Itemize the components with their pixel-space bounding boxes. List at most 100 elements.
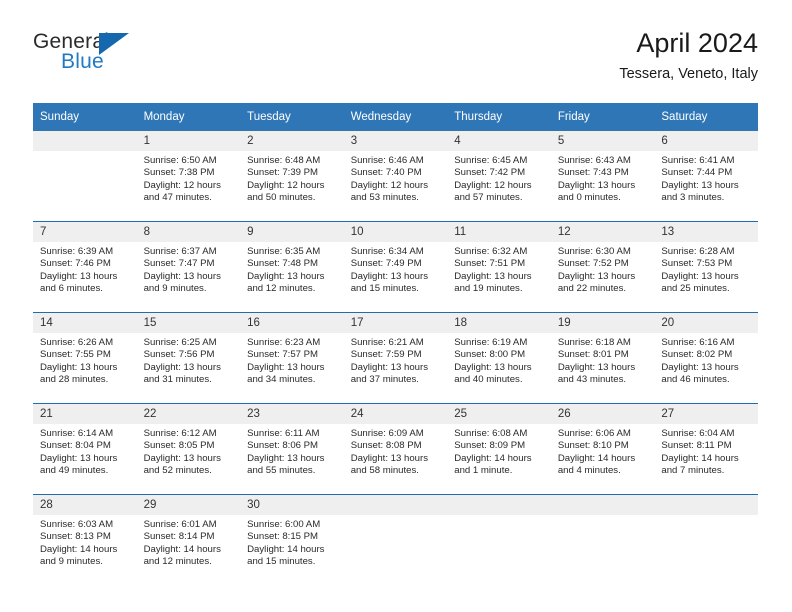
daylight-duration: Daylight: 13 hours and 34 minutes. (247, 361, 325, 386)
calendar-day-cell[interactable]: 10 Sunrise: 6:34 AM Sunset: 7:49 PM Dayligh… (343, 221, 448, 313)
calendar-empty-cell (447, 494, 551, 585)
daylight-duration: Daylight: 12 hours and 47 minutes. (143, 179, 221, 204)
masthead: General Blue April 2024 Tessera, Veneto,… (33, 26, 758, 92)
daylight-duration: Daylight: 14 hours and 12 minutes. (143, 543, 221, 568)
calendar-day-cell[interactable]: 23 Sunrise: 6:11 AM Sunset: 8:06 PM Dayligh… (240, 403, 344, 495)
day-number: 21 (33, 404, 137, 424)
sunset-time: Sunset: 7:42 PM (454, 167, 526, 179)
day-number: 15 (136, 313, 241, 333)
calendar-day-cell[interactable]: 7 Sunrise: 6:39 AM Sunset: 7:46 PM Daylight… (33, 221, 137, 313)
calendar-day-cell[interactable]: 20 Sunrise: 6:16 AM Sunset: 8:02 PM Dayligh… (654, 312, 758, 404)
sunrise-time: Sunrise: 6:14 AM (40, 428, 114, 439)
daylight-duration: Daylight: 13 hours and 31 minutes. (143, 361, 221, 386)
calendar-day-cell[interactable]: 16 Sunrise: 6:23 AM Sunset: 7:57 PM Dayligh… (240, 312, 344, 404)
calendar-week-row: 1 Sunrise: 6:50 AM Sunset: 7:38 PM Daylight… (33, 131, 758, 222)
sunrise-time: Sunrise: 6:23 AM (247, 337, 321, 348)
day-sun-info: Sunrise: 6:11 AM Sunset: 8:06 PM Daylight:… (240, 424, 344, 478)
sunrise-time: Sunrise: 6:21 AM (350, 337, 424, 348)
calendar-day-cell[interactable]: 12 Sunrise: 6:30 AM Sunset: 7:52 PM Dayligh… (550, 221, 655, 313)
calendar-day-cell[interactable]: 25 Sunrise: 6:08 AM Sunset: 8:09 PM Dayligh… (447, 403, 551, 495)
calendar-day-cell[interactable]: 14 Sunrise: 6:26 AM Sunset: 7:55 PM Dayligh… (33, 312, 137, 404)
calendar-day-cell[interactable]: 17 Sunrise: 6:21 AM Sunset: 7:59 PM Dayligh… (343, 312, 448, 404)
day-sun-info: Sunrise: 6:46 AM Sunset: 7:40 PM Daylight:… (344, 151, 448, 205)
calendar-day-cell[interactable]: 15 Sunrise: 6:25 AM Sunset: 7:56 PM Dayligh… (136, 312, 241, 404)
weekday-header-thursday: Thursday (447, 103, 551, 131)
brand-logo[interactable]: General Blue (33, 30, 153, 84)
day-sun-info: Sunrise: 6:16 AM Sunset: 8:02 PM Daylight:… (654, 333, 758, 387)
day-sun-info: Sunrise: 6:45 AM Sunset: 7:42 PM Daylight:… (447, 151, 551, 205)
calendar-week-row: 14 Sunrise: 6:26 AM Sunset: 7:55 PM Dayligh… (33, 312, 758, 404)
day-number: 24 (343, 404, 448, 424)
daylight-duration: Daylight: 13 hours and 22 minutes. (557, 270, 636, 295)
day-number: 9 (240, 222, 344, 242)
sunset-time: Sunset: 8:05 PM (143, 440, 215, 452)
day-sun-info: Sunrise: 6:08 AM Sunset: 8:09 PM Daylight:… (447, 424, 551, 478)
weekday-header-saturday: Saturday (654, 103, 758, 131)
calendar-day-cell[interactable]: 11 Sunrise: 6:32 AM Sunset: 7:51 PM Dayligh… (447, 221, 551, 313)
daylight-duration: Daylight: 13 hours and 25 minutes. (661, 270, 739, 295)
calendar-day-cell[interactable]: 1 Sunrise: 6:50 AM Sunset: 7:38 PM Daylight… (136, 131, 241, 222)
sunrise-time: Sunrise: 6:12 AM (143, 428, 217, 439)
calendar-day-cell[interactable]: 30 Sunrise: 6:00 AM Sunset: 8:15 PM Dayligh… (240, 494, 344, 585)
sunset-time: Sunset: 7:55 PM (40, 349, 111, 361)
daylight-duration: Daylight: 14 hours and 15 minutes. (247, 543, 325, 568)
calendar-day-cell[interactable]: 9 Sunrise: 6:35 AM Sunset: 7:48 PM Daylight… (240, 221, 344, 313)
sunset-time: Sunset: 7:59 PM (350, 349, 422, 361)
calendar-day-cell[interactable]: 19 Sunrise: 6:18 AM Sunset: 8:01 PM Dayligh… (550, 312, 655, 404)
weekday-header-sunday: Sunday (33, 103, 137, 131)
daylight-duration: Daylight: 12 hours and 53 minutes. (350, 179, 429, 204)
day-sun-info: Sunrise: 6:21 AM Sunset: 7:59 PM Daylight:… (344, 333, 448, 387)
calendar-day-cell[interactable]: 8 Sunrise: 6:37 AM Sunset: 7:47 PM Daylight… (136, 221, 241, 313)
day-number: 4 (447, 131, 551, 151)
day-number: 13 (654, 222, 758, 242)
sunset-time: Sunset: 7:43 PM (557, 167, 629, 179)
day-number: 19 (550, 313, 655, 333)
calendar-day-cell[interactable]: 27 Sunrise: 6:04 AM Sunset: 8:11 PM Dayligh… (654, 403, 758, 495)
sunset-time: Sunset: 8:10 PM (557, 440, 629, 452)
calendar-day-cell[interactable]: 29 Sunrise: 6:01 AM Sunset: 8:14 PM Dayligh… (136, 494, 241, 585)
calendar-day-cell[interactable]: 5 Sunrise: 6:43 AM Sunset: 7:43 PM Daylight… (550, 131, 655, 222)
sunset-time: Sunset: 7:48 PM (247, 258, 319, 270)
sunrise-time: Sunrise: 6:08 AM (454, 428, 528, 439)
day-number: 5 (550, 131, 655, 151)
calendar-day-cell[interactable]: 21 Sunrise: 6:14 AM Sunset: 8:04 PM Dayligh… (33, 403, 137, 495)
calendar-week-row: 21 Sunrise: 6:14 AM Sunset: 8:04 PM Dayligh… (33, 403, 758, 495)
calendar-day-cell[interactable]: 4 Sunrise: 6:45 AM Sunset: 7:42 PM Daylight… (447, 131, 551, 222)
sunrise-time: Sunrise: 6:16 AM (661, 337, 735, 348)
calendar-day-cell[interactable]: 2 Sunrise: 6:48 AM Sunset: 7:39 PM Daylight… (240, 131, 344, 222)
daylight-duration: Daylight: 13 hours and 28 minutes. (40, 361, 118, 386)
sunset-time: Sunset: 8:14 PM (143, 531, 215, 543)
sunrise-time: Sunrise: 6:04 AM (661, 428, 735, 439)
sunrise-time: Sunrise: 6:37 AM (143, 246, 217, 257)
sunrise-time: Sunrise: 6:28 AM (661, 246, 735, 257)
calendar-day-cell[interactable]: 24 Sunrise: 6:09 AM Sunset: 8:08 PM Dayligh… (343, 403, 448, 495)
calendar-day-cell[interactable]: 3 Sunrise: 6:46 AM Sunset: 7:40 PM Daylight… (343, 131, 448, 222)
day-sun-info: Sunrise: 6:28 AM Sunset: 7:53 PM Daylight:… (654, 242, 758, 296)
calendar-day-cell[interactable]: 26 Sunrise: 6:06 AM Sunset: 8:10 PM Dayligh… (550, 403, 655, 495)
calendar-day-cell[interactable]: 18 Sunrise: 6:19 AM Sunset: 8:00 PM Dayligh… (447, 312, 551, 404)
page-title: April 2024 (636, 28, 758, 58)
day-number (550, 495, 655, 515)
day-sun-info: Sunrise: 6:00 AM Sunset: 8:15 PM Daylight:… (240, 515, 344, 569)
sunrise-time: Sunrise: 6:32 AM (454, 246, 528, 257)
sunrise-time: Sunrise: 6:18 AM (557, 337, 631, 348)
calendar-day-cell[interactable]: 6 Sunrise: 6:41 AM Sunset: 7:44 PM Daylight… (654, 131, 758, 222)
sunset-time: Sunset: 8:08 PM (350, 440, 422, 452)
day-sun-info: Sunrise: 6:18 AM Sunset: 8:01 PM Daylight:… (551, 333, 655, 387)
day-number: 10 (343, 222, 448, 242)
sunset-time: Sunset: 7:51 PM (454, 258, 526, 270)
sunset-time: Sunset: 8:04 PM (40, 440, 111, 452)
daylight-duration: Daylight: 13 hours and 58 minutes. (350, 452, 429, 477)
day-sun-info: Sunrise: 6:12 AM Sunset: 8:05 PM Daylight:… (137, 424, 241, 478)
calendar-day-cell[interactable]: 22 Sunrise: 6:12 AM Sunset: 8:05 PM Dayligh… (136, 403, 241, 495)
sunrise-time: Sunrise: 6:09 AM (350, 428, 424, 439)
calendar-day-cell[interactable]: 28 Sunrise: 6:03 AM Sunset: 8:13 PM Dayligh… (33, 494, 137, 585)
calendar-day-cell[interactable]: 13 Sunrise: 6:28 AM Sunset: 7:53 PM Dayligh… (654, 221, 758, 313)
day-number: 6 (654, 131, 758, 151)
sunrise-time: Sunrise: 6:34 AM (350, 246, 424, 257)
sunset-time: Sunset: 7:56 PM (143, 349, 215, 361)
calendar-page: General Blue April 2024 Tessera, Veneto,… (0, 0, 792, 612)
day-sun-info: Sunrise: 6:32 AM Sunset: 7:51 PM Daylight:… (447, 242, 551, 296)
sunrise-time: Sunrise: 6:03 AM (40, 519, 114, 530)
daylight-duration: Daylight: 13 hours and 49 minutes. (40, 452, 118, 477)
